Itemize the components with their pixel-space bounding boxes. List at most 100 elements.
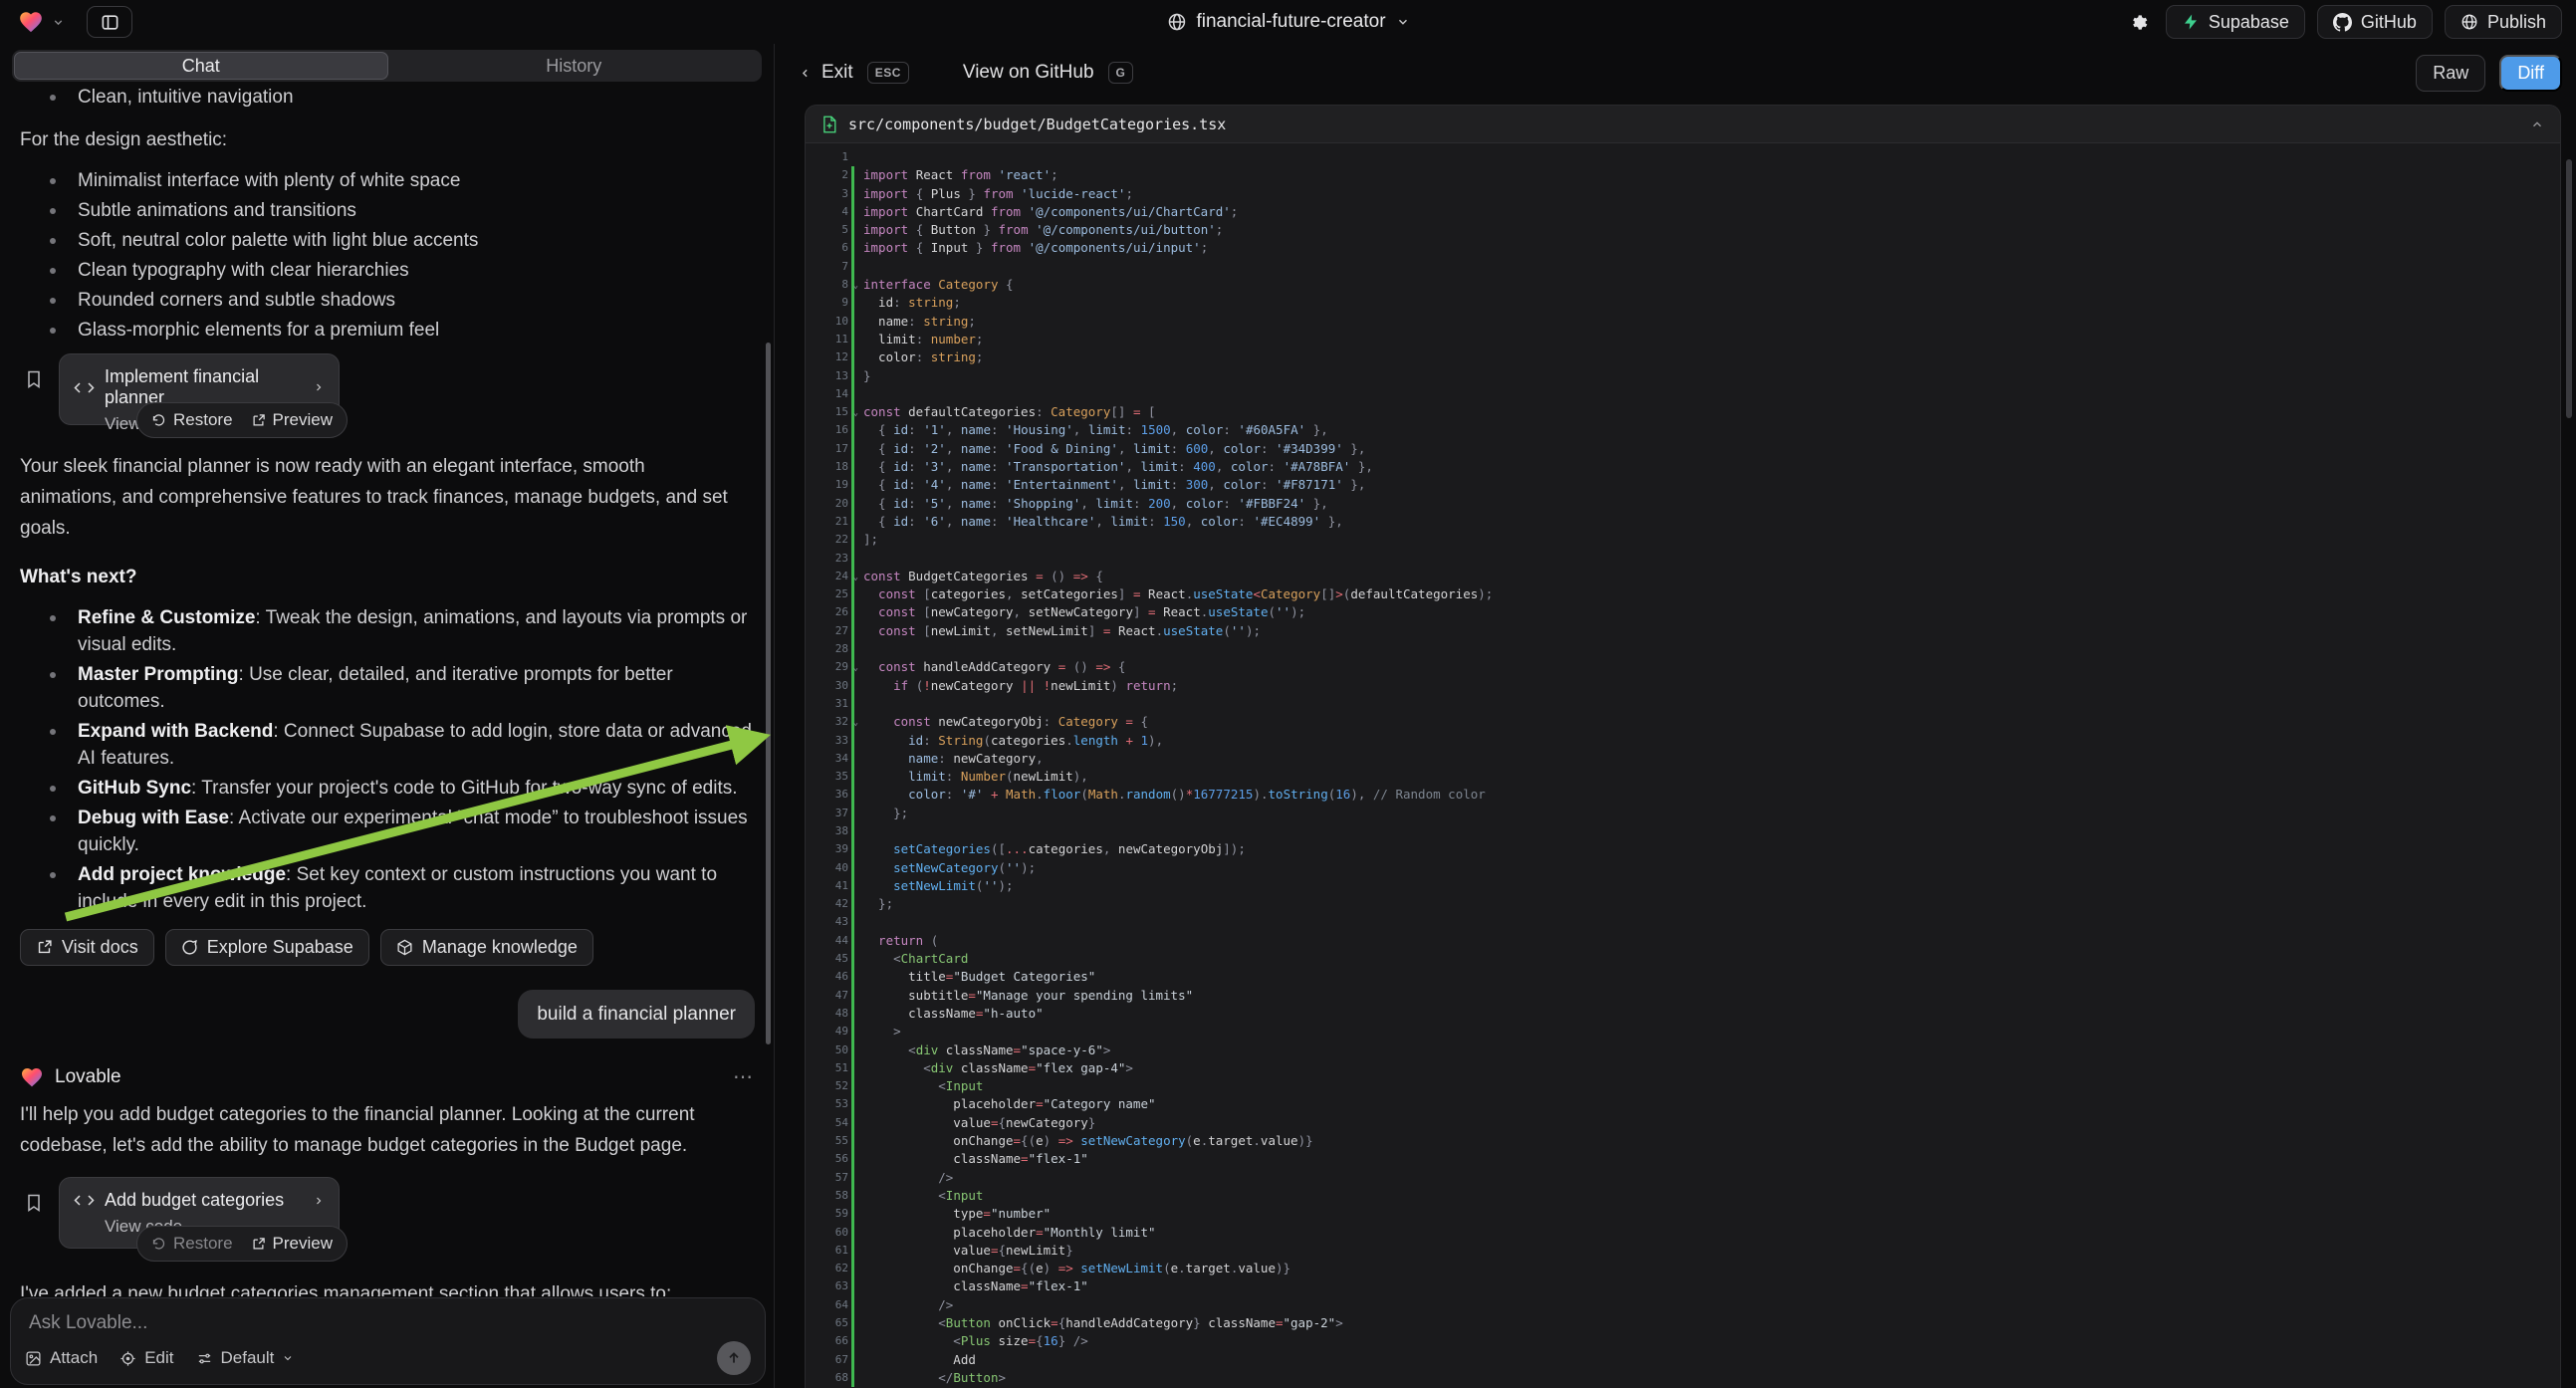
- bullet-dot-icon: [50, 786, 56, 792]
- bookmark-icon[interactable]: [24, 1191, 44, 1249]
- code-line: 58 <Input: [806, 1187, 2560, 1205]
- code-line: 26 const [newCategory, setNewCategory] =…: [806, 603, 2560, 621]
- list-item: GitHub Sync: Transfer your project's cod…: [20, 779, 755, 802]
- code-line: 57 />: [806, 1169, 2560, 1187]
- code-line: 33 id: String(categories.length + 1),: [806, 732, 2560, 750]
- tab-history[interactable]: History: [388, 52, 761, 80]
- mode-select[interactable]: Default: [196, 1348, 295, 1368]
- explore-supabase-button[interactable]: Explore Supabase: [165, 929, 369, 966]
- restore-button[interactable]: Restore: [151, 1234, 233, 1254]
- code-line: 1: [806, 148, 2560, 166]
- github-button[interactable]: GitHub: [2317, 5, 2433, 39]
- chevron-right-icon[interactable]: [313, 381, 325, 393]
- code-line: 2import React from 'react';: [806, 166, 2560, 184]
- file-path: src/components/budget/BudgetCategories.t…: [848, 116, 1226, 133]
- code-line: 60 placeholder="Monthly limit": [806, 1224, 2560, 1242]
- bullet-dot-icon: [50, 615, 56, 621]
- toggle-sidebar-button[interactable]: [87, 6, 132, 38]
- code-line: 36 color: '#' + Math.floor(Math.random()…: [806, 786, 2560, 804]
- prompt-input[interactable]: Ask Lovable...: [29, 1312, 749, 1334]
- file-header[interactable]: src/components/budget/BudgetCategories.t…: [806, 106, 2560, 143]
- code-line: 9 id: string;: [806, 294, 2560, 312]
- chevron-right-icon[interactable]: [313, 1195, 325, 1207]
- code-icon: [74, 1194, 95, 1207]
- chevron-down-icon[interactable]: [52, 16, 65, 29]
- code-line: 34 name: newCategory,: [806, 750, 2560, 768]
- code-line: 12 color: string;: [806, 348, 2560, 366]
- prompt-composer[interactable]: Ask Lovable... Attach Edit Default: [10, 1297, 766, 1385]
- assistant-message: I've added a new budget categories manag…: [20, 1278, 755, 1296]
- code-line: 16 { id: '1', name: 'Housing', limit: 15…: [806, 421, 2560, 439]
- restore-button[interactable]: Restore: [151, 410, 233, 430]
- code-line: 63 className="flex-1": [806, 1277, 2560, 1295]
- code-line: 8⌄interface Category {: [806, 276, 2560, 294]
- card-title: Add budget categories: [105, 1190, 303, 1211]
- code-line: 53 placeholder="Category name": [806, 1095, 2560, 1113]
- view-on-github-button[interactable]: View on GitHub: [963, 62, 1094, 84]
- bullet-dot-icon: [50, 298, 56, 304]
- arrow-up-icon: [726, 1350, 742, 1366]
- collapse-chevron-up-icon[interactable]: [2530, 117, 2544, 131]
- code-line: 41 setNewLimit('');: [806, 877, 2560, 895]
- fold-chevron-icon[interactable]: ⌄: [853, 569, 858, 586]
- code-line: 31: [806, 695, 2560, 713]
- chat-message-list[interactable]: Clean, intuitive navigation For the desi…: [0, 82, 775, 1296]
- send-button[interactable]: [717, 1341, 751, 1375]
- target-icon: [119, 1350, 136, 1367]
- list-item: Clean typography with clear hierarchies: [20, 261, 755, 284]
- design-bullets: Minimalist interface with plenty of whit…: [20, 171, 755, 344]
- code-line: 48 className="h-auto": [806, 1005, 2560, 1023]
- manage-knowledge-button[interactable]: Manage knowledge: [380, 929, 593, 966]
- bullet-dot-icon: [50, 268, 56, 274]
- preview-button[interactable]: Preview: [251, 1234, 333, 1254]
- esc-key-badge: ESC: [867, 62, 909, 84]
- message-overflow-menu[interactable]: ⋯: [733, 1064, 755, 1089]
- code-line: 54 value={newCategory}: [806, 1114, 2560, 1132]
- fold-chevron-icon[interactable]: ⌄: [853, 277, 858, 295]
- external-link-icon: [251, 413, 266, 428]
- code-line: 67 Add: [806, 1351, 2560, 1369]
- code-line: 24⌄const BudgetCategories = () => {: [806, 568, 2560, 585]
- code-line: 30 if (!newCategory || !newLimit) return…: [806, 677, 2560, 695]
- edit-button[interactable]: Edit: [119, 1348, 173, 1368]
- bullet-dot-icon: [50, 672, 56, 678]
- diff-toggle-button[interactable]: Diff: [2499, 55, 2562, 92]
- code-lines[interactable]: 12import React from 'react';3import { Pl…: [806, 143, 2560, 1387]
- code-line: 10 name: string;: [806, 313, 2560, 331]
- version-card-add-budget-categories[interactable]: Add budget categories View code Restore …: [59, 1177, 340, 1249]
- preview-button[interactable]: Preview: [251, 410, 333, 430]
- raw-toggle-button[interactable]: Raw: [2416, 55, 2485, 92]
- code-line: 35 limit: Number(newLimit),: [806, 768, 2560, 786]
- version-card-implement-financial-planner[interactable]: Implement financial planner View code Re…: [59, 353, 340, 425]
- bullet-dot-icon: [50, 729, 56, 735]
- supabase-bolt-icon: [2182, 13, 2200, 31]
- chat-scrollbar[interactable]: [766, 343, 771, 1044]
- code-scrollbar[interactable]: [2566, 159, 2572, 418]
- project-switcher[interactable]: financial-future-creator: [1166, 0, 1409, 44]
- code-line: 23: [806, 550, 2560, 568]
- code-line: 3import { Plus } from 'lucide-react';: [806, 185, 2560, 203]
- lovable-heart-icon: [20, 1065, 44, 1089]
- code-line: 7: [806, 258, 2560, 276]
- exit-button[interactable]: Exit: [799, 62, 853, 84]
- fold-chevron-icon[interactable]: ⌄: [853, 714, 858, 732]
- chat-bubble-icon: [181, 939, 198, 956]
- fold-chevron-icon[interactable]: ⌄: [853, 404, 858, 422]
- visit-docs-button[interactable]: Visit docs: [20, 929, 154, 966]
- settings-gear-icon[interactable]: [2127, 11, 2150, 34]
- attach-button[interactable]: Attach: [25, 1348, 98, 1368]
- lovable-logo-heart-icon[interactable]: [18, 9, 44, 35]
- bookmark-icon[interactable]: [24, 367, 44, 425]
- file-icon: [821, 116, 837, 133]
- supabase-button[interactable]: Supabase: [2166, 5, 2305, 39]
- globe-icon: [2460, 13, 2478, 31]
- assistant-message: I'll help you add budget categories to t…: [20, 1099, 755, 1161]
- code-line: 14: [806, 385, 2560, 403]
- publish-button[interactable]: Publish: [2445, 5, 2562, 39]
- code-line: 32⌄ const newCategoryObj: Category = {: [806, 713, 2560, 731]
- fold-chevron-icon[interactable]: ⌄: [853, 659, 858, 677]
- bullet-dot-icon: [50, 238, 56, 244]
- tab-chat[interactable]: Chat: [14, 52, 388, 80]
- image-icon: [25, 1350, 42, 1367]
- code-icon: [74, 381, 95, 394]
